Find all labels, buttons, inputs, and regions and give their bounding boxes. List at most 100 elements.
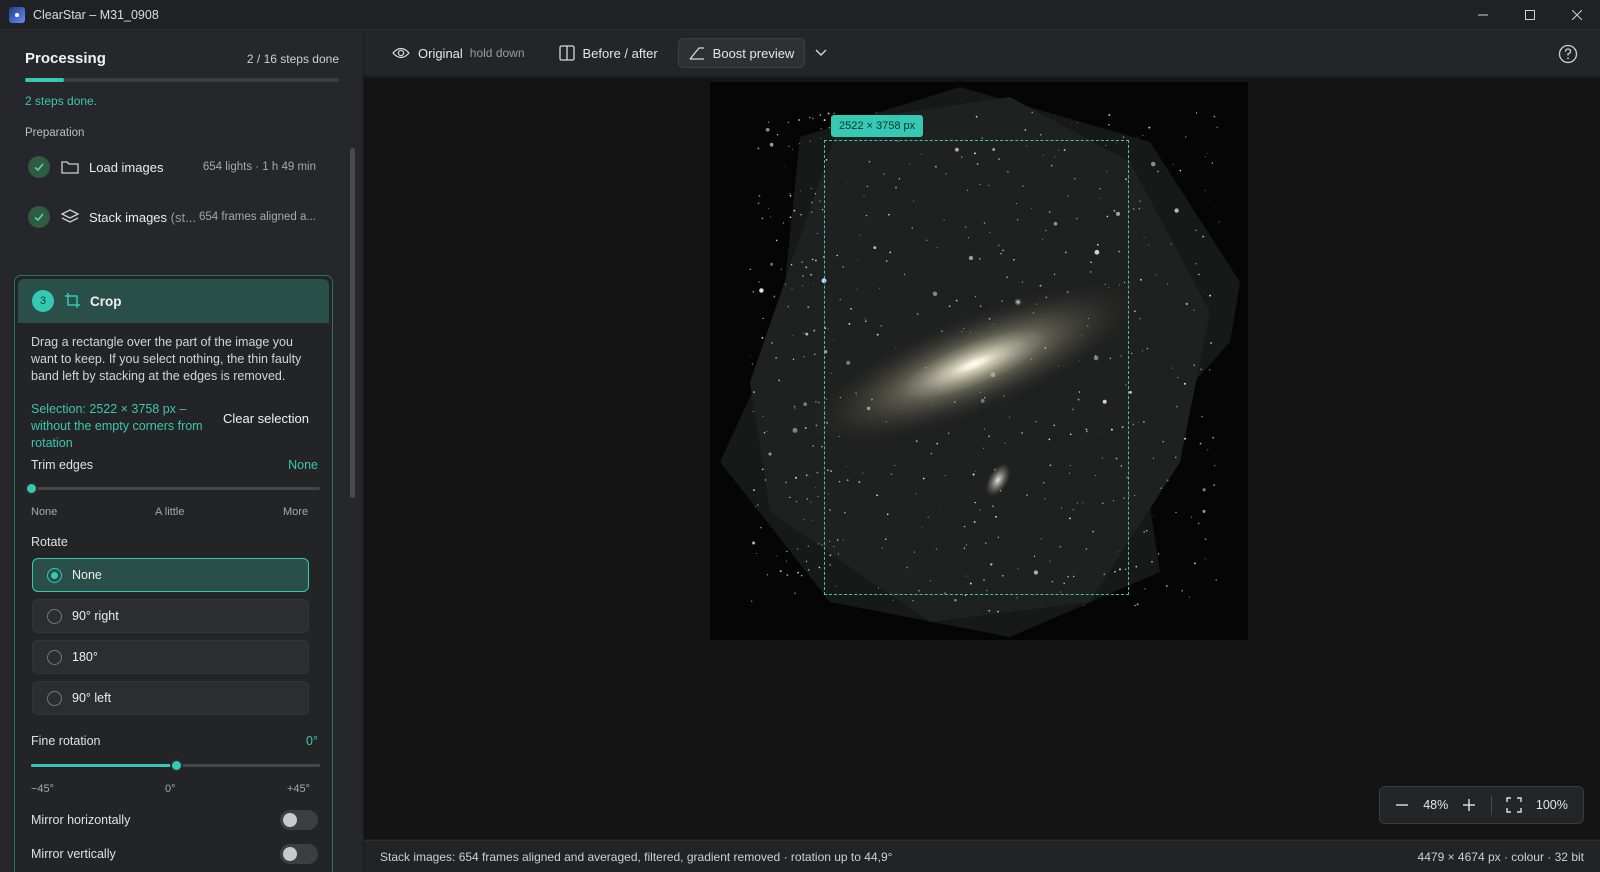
star	[1157, 553, 1160, 555]
star	[792, 427, 798, 433]
star	[752, 541, 756, 545]
rotate-option-180[interactable]: 180°	[32, 640, 309, 674]
star	[766, 574, 769, 576]
curve-icon	[689, 47, 704, 60]
star	[1172, 163, 1174, 165]
fine-rotation-slider[interactable]	[31, 759, 320, 772]
star	[821, 544, 823, 546]
star	[819, 200, 821, 202]
boost-dropdown-button[interactable]	[805, 38, 845, 68]
zoom-out-icon[interactable]	[1395, 798, 1409, 812]
star	[1031, 111, 1034, 114]
title-bar: ClearStar – M31_0908	[0, 0, 1600, 30]
minimize-button[interactable]	[1459, 0, 1506, 30]
star	[754, 505, 756, 507]
star	[812, 445, 814, 447]
star	[789, 193, 791, 195]
star	[1213, 484, 1216, 486]
rotate-option-90-left[interactable]: 90° left	[32, 681, 309, 715]
star	[818, 566, 821, 569]
star	[812, 519, 814, 521]
star	[1195, 112, 1198, 114]
trim-tick-little: A little	[155, 506, 185, 518]
help-button[interactable]	[1558, 44, 1578, 67]
image-viewer[interactable]: 2522 × 3758 px 48% 100%	[364, 78, 1600, 839]
close-button[interactable]	[1553, 0, 1600, 30]
star	[758, 194, 761, 197]
clear-selection-button[interactable]: Clear selection	[223, 411, 309, 426]
star	[1194, 562, 1196, 565]
maximize-button[interactable]	[1506, 0, 1553, 30]
star	[964, 594, 967, 597]
star	[1215, 579, 1217, 581]
star	[757, 147, 760, 150]
star	[809, 475, 811, 477]
mirror-horizontal-toggle[interactable]	[280, 810, 318, 830]
star	[786, 550, 788, 553]
original-label: Original	[418, 45, 463, 61]
divider	[1490, 795, 1492, 815]
rotate-option-none[interactable]: None	[32, 558, 309, 592]
step-load-images[interactable]: Load images 654 lights · 1 h 49 min	[28, 152, 316, 182]
star	[767, 121, 770, 123]
progress-bar	[25, 78, 339, 82]
status-left: Stack images: 654 frames aligned and ave…	[380, 849, 893, 864]
star	[795, 500, 798, 503]
star	[1160, 487, 1162, 489]
star	[814, 353, 816, 355]
rotate-option-90-right[interactable]: 90° right	[32, 599, 309, 633]
mirror-vertical-toggle[interactable]	[280, 844, 318, 864]
star	[779, 570, 782, 573]
crop-header[interactable]: 3 Crop	[18, 279, 329, 323]
star	[799, 143, 801, 145]
steps-status: 2 steps done.	[25, 94, 98, 108]
window-title: ClearStar – M31_0908	[33, 7, 159, 22]
trim-tick-more: More	[283, 506, 309, 518]
star	[1202, 488, 1206, 492]
star	[1137, 421, 1139, 423]
star	[762, 415, 764, 418]
radio-label: None	[72, 568, 102, 582]
star	[805, 560, 808, 563]
original-button[interactable]: Original hold down	[382, 38, 535, 68]
star	[1175, 456, 1177, 459]
star	[1204, 538, 1207, 541]
star	[806, 498, 808, 500]
star	[1201, 416, 1203, 418]
star	[815, 487, 817, 489]
original-hint: hold down	[469, 46, 525, 60]
zoom-100-button[interactable]: 100%	[1536, 798, 1568, 812]
star	[1181, 589, 1184, 592]
sidebar-scrollbar[interactable]	[350, 148, 355, 498]
star	[1108, 114, 1111, 116]
star	[1016, 597, 1018, 599]
star	[789, 216, 792, 219]
star	[790, 263, 793, 266]
star	[761, 217, 764, 220]
boost-preview-label: Boost preview	[712, 45, 795, 61]
slider-thumb[interactable]	[25, 482, 38, 495]
crop-selection-rectangle[interactable]	[824, 140, 1129, 595]
star	[752, 291, 754, 293]
star	[1139, 278, 1142, 281]
zoom-in-icon[interactable]	[1462, 798, 1476, 812]
star	[1143, 421, 1145, 423]
fit-screen-icon[interactable]	[1506, 797, 1522, 813]
star	[1144, 588, 1146, 590]
star	[833, 112, 836, 115]
star	[1177, 376, 1179, 379]
star	[815, 259, 817, 262]
star	[805, 332, 809, 336]
boost-preview-button[interactable]: Boost preview	[677, 38, 806, 68]
step-stack-images[interactable]: Stack images (st... 654 frames aligned a…	[28, 202, 316, 232]
radio-label: 90° right	[72, 609, 119, 623]
slider-thumb[interactable]	[169, 759, 183, 772]
before-after-label: Before / after	[582, 45, 658, 61]
star	[1151, 560, 1153, 563]
before-after-button[interactable]: Before / after	[549, 38, 668, 68]
star	[1152, 457, 1155, 459]
step-number-badge: 3	[32, 290, 54, 312]
star	[751, 363, 753, 365]
star	[1212, 436, 1214, 439]
trim-edges-slider[interactable]	[25, 482, 320, 495]
